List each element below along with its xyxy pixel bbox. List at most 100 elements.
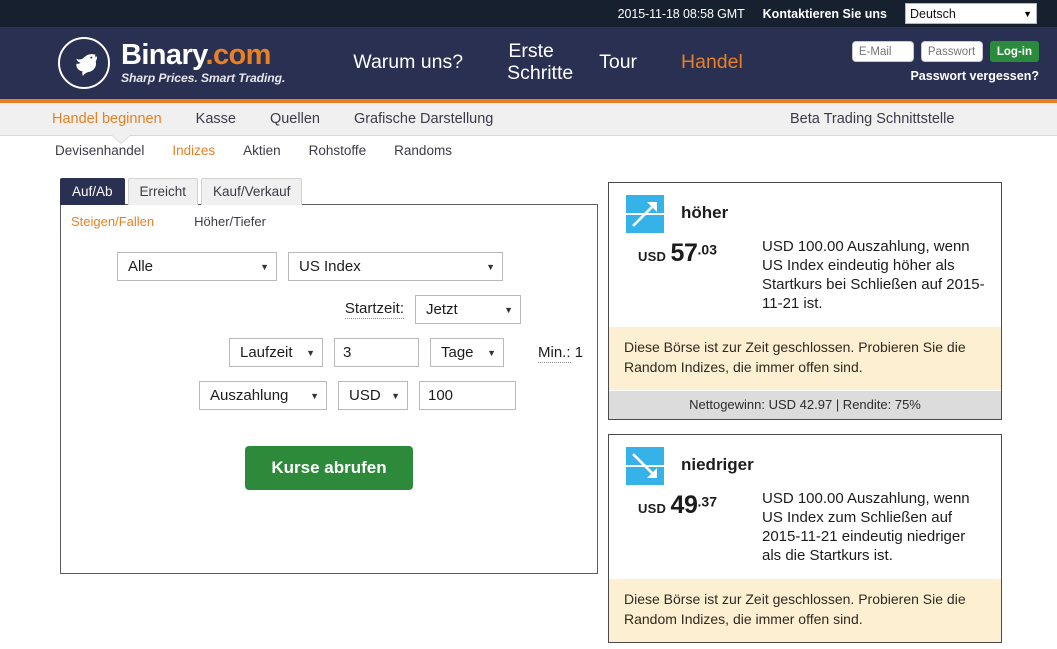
- duration-value-input[interactable]: [334, 338, 419, 367]
- nav-item-erste-schritte[interactable]: Erste Schritte: [485, 40, 577, 85]
- start-time-select[interactable]: Jetzt ▼: [415, 295, 521, 324]
- price-card-footer: Nettogewinn: USD 42.97 | Rendite: 75%: [609, 389, 1001, 419]
- start-time-label: Startzeit:: [344, 300, 404, 319]
- logo-text: Binary.com Sharp Prices. Smart Trading.: [121, 41, 286, 86]
- logo[interactable]: Binary.com Sharp Prices. Smart Trading.: [58, 37, 285, 89]
- market-select[interactable]: US Index ▼: [288, 252, 503, 281]
- arrow-down-right-icon: [626, 446, 664, 485]
- subtab-steigen-fallen[interactable]: Steigen/Fallen: [71, 214, 154, 229]
- price-integer: 49: [670, 490, 698, 519]
- price-display: USD 49.37: [626, 485, 762, 565]
- market-tab-devisenhandel[interactable]: Devisenhandel: [55, 143, 144, 158]
- trade-form-column: Auf/Ab Erreicht Kauf/Verkauf Steigen/Fal…: [0, 178, 600, 574]
- price-card-description: USD 100.00 Auszahlung, wenn US Index ein…: [762, 238, 985, 313]
- duration-minimum-prefix: Min.:: [538, 344, 571, 363]
- price-cards-column: höher USD 57.03 USD 100.00 Auszahlung, w…: [608, 182, 1002, 649]
- market-tab-aktien[interactable]: Aktien: [243, 143, 281, 158]
- price-card-description: USD 100.00 Auszahlung, wenn US Index zum…: [762, 489, 970, 565]
- subnav-item-kasse[interactable]: Kasse: [196, 111, 236, 127]
- active-tab-caret-icon: [112, 135, 130, 143]
- amount-input[interactable]: [419, 381, 516, 410]
- secondary-navigation: Handel beginnen Kasse Quellen Grafische …: [0, 103, 1057, 143]
- email-field[interactable]: [851, 41, 914, 62]
- asset-class-value: Alle: [128, 258, 154, 275]
- language-select[interactable]: Deutsch ▼: [905, 3, 1037, 24]
- nav-item-warum-uns[interactable]: Warum uns?: [331, 51, 485, 74]
- currency-select[interactable]: USD ▼: [338, 381, 408, 410]
- get-prices-button[interactable]: Kurse abrufen: [245, 446, 413, 490]
- chevron-down-icon: ▼: [486, 261, 495, 272]
- chevron-down-icon: ▼: [306, 347, 315, 358]
- password-field[interactable]: [920, 41, 983, 62]
- top-utility-bar: 2015-11-18 08:58 GMT Kontaktieren Sie un…: [0, 0, 1057, 27]
- duration-unit-value: Tage: [441, 344, 474, 361]
- price-decimal: .37: [697, 493, 717, 510]
- language-select-value: Deutsch: [910, 6, 956, 21]
- nav-item-tour[interactable]: Tour: [577, 51, 659, 74]
- contact-us-link[interactable]: Kontaktieren Sie uns: [763, 7, 887, 21]
- price-card-body: USD 49.37 USD 100.00 Auszahlung, wenn US…: [609, 485, 1001, 579]
- market-tab-indizes[interactable]: Indizes: [172, 143, 215, 158]
- duration-type-value: Laufzeit: [240, 344, 293, 361]
- duration-minimum-hint: Min.: 1: [538, 344, 584, 363]
- chevron-down-icon: ▼: [391, 390, 400, 401]
- duration-unit-select[interactable]: Tage ▼: [430, 338, 504, 367]
- market-selection-row: Alle ▼ US Index ▼: [61, 252, 597, 281]
- market-category-navigation: Devisenhandel Indizes Aktien Rohstoffe R…: [0, 136, 1057, 164]
- beta-trading-interface-link[interactable]: Beta Trading Schnittstelle: [790, 111, 1057, 127]
- main-content: Auf/Ab Erreicht Kauf/Verkauf Steigen/Fal…: [0, 164, 1057, 643]
- duration-type-select[interactable]: Laufzeit ▼: [229, 338, 323, 367]
- market-tab-rohstoffe[interactable]: Rohstoffe: [309, 143, 367, 158]
- subnav-item-quellen[interactable]: Quellen: [270, 111, 320, 127]
- contract-type-tabs: Auf/Ab Erreicht Kauf/Verkauf: [60, 178, 600, 205]
- price-currency: USD: [638, 249, 667, 264]
- logo-bird-icon: [58, 37, 110, 89]
- server-time: 2015-11-18 08:58 GMT: [617, 6, 745, 21]
- subnav-item-grafische-darstellung[interactable]: Grafische Darstellung: [354, 111, 493, 127]
- price-display: USD 57.03: [626, 233, 762, 313]
- market-tab-randoms[interactable]: Randoms: [394, 143, 452, 158]
- chevron-down-icon: ▼: [260, 261, 269, 272]
- basis-select[interactable]: Auszahlung ▼: [199, 381, 327, 410]
- chevron-down-icon: ▼: [1023, 8, 1032, 19]
- price-card-header: höher: [609, 183, 1001, 233]
- login-button[interactable]: Log-in: [989, 41, 1039, 62]
- chevron-down-icon: ▼: [310, 390, 319, 401]
- tab-kauf-verkauf[interactable]: Kauf/Verkauf: [201, 178, 303, 205]
- price-card-header: niedriger: [609, 435, 1001, 485]
- chevron-down-icon: ▼: [504, 304, 513, 315]
- market-value: US Index: [299, 258, 361, 275]
- basis-value: Auszahlung: [210, 387, 289, 404]
- duration-row: Laufzeit ▼ Tage ▼ Min.: 1: [61, 338, 597, 367]
- subnav-item-handel-beginnen[interactable]: Handel beginnen: [52, 111, 162, 127]
- price-card-title: höher: [681, 203, 729, 222]
- start-time-value: Jetzt: [426, 301, 458, 318]
- asset-class-select[interactable]: Alle ▼: [117, 252, 277, 281]
- main-navigation: Warum uns? Erste Schritte Tour Handel: [331, 40, 765, 85]
- price-currency: USD: [638, 500, 667, 516]
- market-closed-warning: Diese Börse ist zur Zeit geschlossen. Pr…: [609, 327, 1001, 390]
- chevron-down-icon: ▼: [487, 347, 496, 358]
- price-card-title: niedriger: [681, 454, 754, 474]
- price-integer: 57: [670, 239, 698, 267]
- start-time-row: Startzeit: Jetzt ▼: [61, 295, 521, 324]
- forgot-password-link[interactable]: Passwort vergessen?: [852, 69, 1039, 83]
- price-card-lower[interactable]: niedriger USD 49.37 USD 100.00 Auszahlun…: [608, 433, 1002, 643]
- tab-erreicht[interactable]: Erreicht: [127, 178, 199, 205]
- login-area: Log-in Passwort vergessen?: [851, 41, 1039, 83]
- contract-subtabs: Steigen/Fallen Höher/Tiefer: [61, 214, 597, 229]
- site-header: Binary.com Sharp Prices. Smart Trading. …: [0, 27, 1057, 99]
- market-closed-warning: Diese Börse ist zur Zeit geschlossen. Pr…: [609, 579, 1001, 642]
- duration-minimum-value: 1: [574, 344, 584, 361]
- login-row: Log-in: [851, 41, 1039, 62]
- price-decimal: .03: [697, 241, 717, 258]
- logo-tagline: Sharp Prices. Smart Trading.: [121, 71, 286, 86]
- price-card-body: USD 57.03 USD 100.00 Auszahlung, wenn US…: [609, 233, 1001, 327]
- trade-form-panel: Steigen/Fallen Höher/Tiefer Alle ▼ US In…: [60, 204, 598, 574]
- arrow-up-right-icon: [626, 195, 664, 233]
- nav-item-handel[interactable]: Handel: [659, 51, 765, 74]
- currency-value: USD: [349, 387, 381, 404]
- tab-auf-ab[interactable]: Auf/Ab: [60, 178, 125, 205]
- price-card-higher[interactable]: höher USD 57.03 USD 100.00 Auszahlung, w…: [608, 182, 1002, 420]
- subtab-hoeher-tiefer[interactable]: Höher/Tiefer: [194, 214, 266, 229]
